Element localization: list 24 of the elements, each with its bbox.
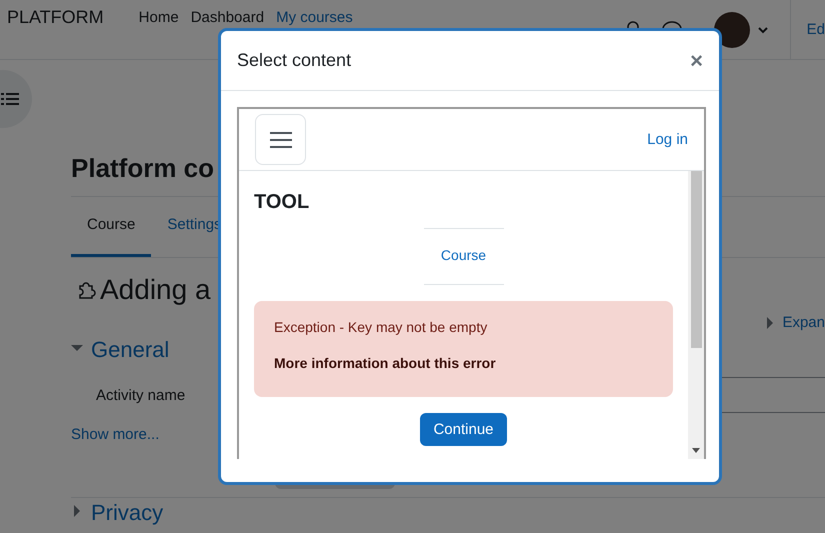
field-label: Activity name bbox=[96, 386, 186, 404]
list-icon bbox=[1, 92, 19, 106]
nav-link[interactable]: Home bbox=[138, 9, 179, 26]
nav-link[interactable]: My courses bbox=[276, 9, 353, 26]
expand-triangle-icon bbox=[71, 505, 83, 517]
page-heading: Adding a bbox=[100, 274, 211, 306]
expand-all-link[interactable]: Expan bbox=[782, 314, 825, 331]
continue-button[interactable]: Continue bbox=[420, 413, 507, 446]
login-link[interactable]: Log in bbox=[647, 131, 688, 148]
section-title[interactable]: General bbox=[91, 337, 170, 363]
menu-button[interactable] bbox=[255, 114, 306, 165]
scroll-down-arrow-icon[interactable] bbox=[692, 448, 700, 453]
scrollbar[interactable] bbox=[688, 171, 704, 459]
site-brand[interactable]: PLATFORM bbox=[7, 7, 104, 28]
nav-link[interactable]: Dashboard bbox=[190, 9, 264, 26]
more-info-link[interactable]: More information about this error bbox=[274, 355, 653, 371]
error-message: Exception - Key may not be empty bbox=[274, 319, 488, 335]
tab[interactable]: Course bbox=[71, 197, 152, 257]
caret-icon[interactable] bbox=[758, 26, 768, 34]
section-title[interactable]: Privacy bbox=[91, 500, 164, 526]
collapse-triangle-icon bbox=[71, 342, 83, 354]
menu-icon bbox=[270, 132, 292, 148]
edit-mode-label[interactable]: Ed bbox=[790, 0, 825, 60]
nav-link[interactable]: Course bbox=[440, 247, 486, 263]
